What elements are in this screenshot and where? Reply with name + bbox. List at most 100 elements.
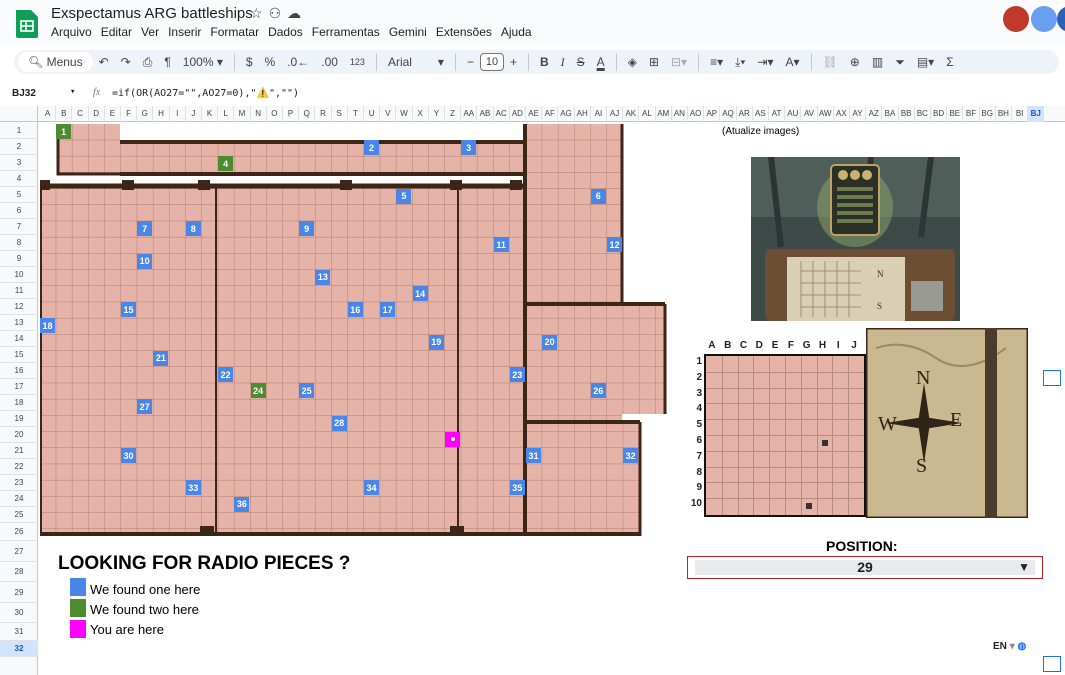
text-wrap-icon[interactable]: ⇥▾ <box>751 51 779 73</box>
column-header-cell[interactable]: AN <box>672 106 688 122</box>
column-header-cell[interactable]: A <box>40 106 57 122</box>
column-header-cell[interactable]: AO <box>688 106 705 122</box>
text-color-button[interactable]: A <box>591 51 611 73</box>
row-header-cell[interactable]: 4 <box>0 171 38 187</box>
column-header-cell[interactable]: S <box>332 106 348 122</box>
menu-ferramentas[interactable]: Ferramentas <box>312 25 380 39</box>
font-select[interactable]: Arial ▾ <box>382 51 450 73</box>
text-rotate-icon[interactable]: A▾ <box>780 51 806 73</box>
menu-dados[interactable]: Dados <box>268 25 303 39</box>
menu-arquivo[interactable]: Arquivo <box>51 25 92 39</box>
radio-piece-marker[interactable]: 32 <box>623 448 639 463</box>
row-header-cell[interactable]: 13 <box>0 315 38 331</box>
column-header-cell[interactable]: BE <box>947 106 964 122</box>
row-header-cell[interactable]: 3 <box>0 155 38 171</box>
filter-icon[interactable]: ⏷ <box>889 51 911 73</box>
link-icon[interactable]: ⛓ <box>817 51 844 73</box>
row-header-cell[interactable]: 23 <box>0 475 38 491</box>
radio-piece-marker[interactable]: 1 <box>56 124 72 139</box>
active-cell-box[interactable] <box>1043 656 1061 672</box>
radio-piece-marker[interactable]: 7 <box>137 221 153 237</box>
radio-piece-marker[interactable]: 20 <box>542 334 558 350</box>
radio-piece-marker[interactable]: 4 <box>218 156 234 172</box>
column-header-cell[interactable]: BD <box>931 106 948 122</box>
menu-ver[interactable]: Ver <box>141 25 159 39</box>
column-header-cell[interactable]: AV <box>801 106 818 122</box>
radio-piece-marker[interactable]: 2 <box>364 140 379 156</box>
column-header-cell[interactable]: N <box>251 106 267 122</box>
column-header-cell[interactable]: X <box>413 106 429 122</box>
radio-piece-marker[interactable]: 17 <box>380 302 396 318</box>
borders-icon[interactable]: ⊞ <box>643 51 665 73</box>
column-header-cell[interactable]: BF <box>963 106 980 122</box>
row-header-cell[interactable]: 6 <box>0 203 38 219</box>
column-header-cell[interactable]: J <box>186 106 202 122</box>
column-header-cell[interactable]: AS <box>753 106 769 122</box>
radio-piece-marker[interactable]: 14 <box>412 286 428 301</box>
cell-selection-box[interactable] <box>1043 370 1061 386</box>
increase-decimal-button[interactable]: .00 <box>315 51 344 73</box>
percent-button[interactable]: % <box>259 51 282 73</box>
move-icon[interactable]: ⚇ <box>269 5 288 21</box>
column-header-cell[interactable]: AY <box>850 106 867 122</box>
column-header-cell[interactable]: BA <box>882 106 899 122</box>
row-header-cell[interactable]: 2 <box>0 139 38 155</box>
functions-button[interactable]: Σ <box>940 51 959 73</box>
column-header-cell[interactable]: AX <box>834 106 850 122</box>
row-header-cell[interactable]: 32 <box>0 641 38 657</box>
collaborator-avatar-icon[interactable] <box>1003 6 1029 32</box>
column-header-cell[interactable]: Q <box>299 106 316 122</box>
row-header-cell[interactable]: 30 <box>0 603 38 623</box>
radio-piece-marker[interactable]: 28 <box>331 415 347 431</box>
column-header-cell[interactable]: AD <box>510 106 526 122</box>
radio-piece-marker[interactable]: 10 <box>137 253 153 269</box>
column-header-cell[interactable]: O <box>267 106 283 122</box>
radio-piece-marker[interactable]: 33 <box>185 480 201 496</box>
radio-piece-marker[interactable]: 22 <box>218 367 234 382</box>
name-box[interactable]: BJ32 <box>12 88 36 99</box>
row-header-cell[interactable]: 28 <box>0 562 38 582</box>
column-header-cell[interactable]: BJ <box>1028 106 1045 122</box>
row-header-cell[interactable]: 1 <box>0 122 38 139</box>
horizontal-align-icon[interactable]: ≡▾ <box>704 51 729 73</box>
merge-cells-icon[interactable]: ⊟▾ <box>665 51 693 73</box>
column-header-cell[interactable]: L <box>218 106 235 122</box>
row-header-cell[interactable]: 19 <box>0 411 38 427</box>
column-header-cell[interactable]: AJ <box>607 106 624 122</box>
select-all-corner[interactable] <box>0 106 38 122</box>
column-header-cell[interactable]: AR <box>737 106 753 122</box>
radio-piece-marker[interactable]: 13 <box>315 269 331 285</box>
language-selector[interactable]: EN ▾ ◍ <box>993 641 1026 652</box>
column-header-cell[interactable]: D <box>89 106 105 122</box>
column-header-cell[interactable]: AP <box>704 106 721 122</box>
column-header-cell[interactable]: W <box>396 106 413 122</box>
column-header-cell[interactable]: F <box>121 106 138 122</box>
decrease-decimal-button[interactable]: .0← <box>281 51 315 73</box>
row-header-cell[interactable]: 21 <box>0 443 38 459</box>
menu-formatar[interactable]: Formatar <box>210 25 259 39</box>
column-header-cell[interactable]: AU <box>785 106 802 122</box>
you-are-here-marker[interactable] <box>445 431 460 447</box>
font-size-decrease-button[interactable]: − <box>461 51 480 73</box>
column-header-cell[interactable]: U <box>364 106 381 122</box>
radio-piece-marker[interactable]: 16 <box>347 302 363 318</box>
radio-piece-marker[interactable]: 25 <box>299 383 315 399</box>
row-header-cell[interactable]: 9 <box>0 251 38 267</box>
menu-gemini[interactable]: Gemini <box>389 25 427 39</box>
fill-color-icon[interactable]: ◈ <box>622 51 643 73</box>
radio-piece-marker[interactable]: 8 <box>185 221 201 237</box>
radio-piece-marker[interactable]: 31 <box>526 448 541 463</box>
radio-piece-marker[interactable]: 6 <box>590 188 606 204</box>
row-header-cell[interactable]: 31 <box>0 623 38 641</box>
radio-piece-marker[interactable]: 19 <box>428 334 444 350</box>
font-size-increase-button[interactable]: + <box>504 51 523 73</box>
column-header-cell[interactable]: I <box>170 106 186 122</box>
collaborator-avatar-icon[interactable] <box>1031 6 1057 32</box>
radio-piece-marker[interactable]: 23 <box>509 367 525 382</box>
redo-icon[interactable]: ↷ <box>115 51 137 73</box>
strikethrough-button[interactable]: S <box>571 51 591 73</box>
row-header-cell[interactable]: 26 <box>0 523 38 541</box>
menu-extensoes[interactable]: Extensões <box>436 25 492 39</box>
formula-input[interactable]: =if(OR(AO27="",AO27=0),"⚠️","") <box>112 88 299 99</box>
column-header-cell[interactable]: E <box>105 106 121 122</box>
